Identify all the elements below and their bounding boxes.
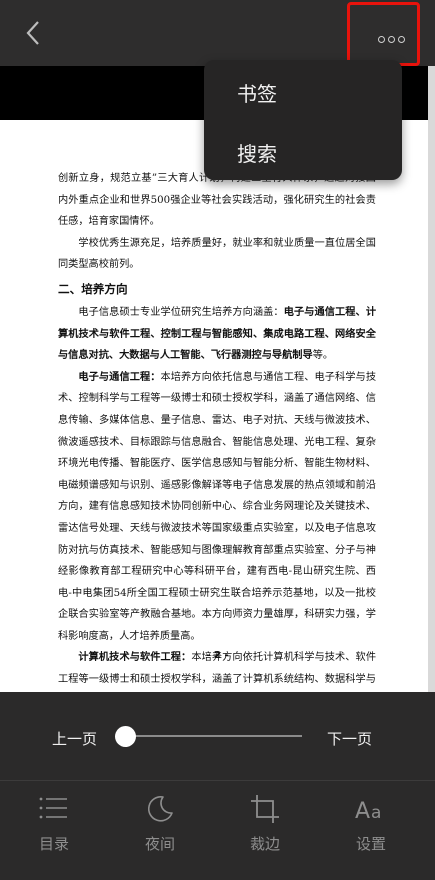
section-heading: 二、培养方向 (58, 281, 128, 296)
tab-label: 设置 (355, 835, 386, 853)
top-bar (0, 0, 435, 66)
document-body: 创新立身，规范立基”三大育人计划，构建三全育人体系，通过对接国内外重点企业和世界… (58, 168, 376, 692)
chevron-left-icon[interactable] (22, 18, 46, 48)
page-slider-thumb[interactable] (115, 726, 136, 747)
crop-icon (249, 793, 281, 825)
tab-crop[interactable]: 裁边 (225, 781, 305, 880)
tab-label: 目录 (38, 835, 69, 853)
svg-text:a: a (371, 803, 381, 823)
page-slider-track[interactable] (124, 735, 302, 737)
font-settings-icon: A a (355, 793, 387, 825)
list-icon (38, 793, 70, 825)
paragraph: 学校优秀生源充足，培养质量好，就业率和就业质量一直位居全国同类型高校前列。 (58, 237, 376, 271)
text-span: 电子信息硕士专业学位研究生培养方向涵盖： (78, 306, 284, 318)
menu-item-bookmark[interactable]: 书签 (237, 78, 277, 107)
page-slider-row: 上一页 下一页 (0, 692, 435, 780)
document-page[interactable]: 创新立身，规范立基”三大育人计划，构建三全育人体系，通过对接国内外重点企业和世界… (0, 120, 435, 692)
next-page-button[interactable]: 下一页 (327, 728, 372, 749)
bold-text: 电子与通信工程： (78, 370, 161, 383)
tab-label: 裁边 (249, 835, 280, 853)
tab-contents[interactable]: 目录 (14, 781, 94, 880)
svg-text:A: A (355, 799, 370, 824)
page-number: - 2 - (206, 650, 229, 661)
more-dots-icon[interactable] (378, 28, 408, 47)
prev-page-button[interactable]: 上一页 (52, 728, 97, 749)
bottom-toolbar: 上一页 下一页 目录 夜间 裁边 A a 设置 (0, 692, 435, 880)
text-span: 等。 (312, 350, 334, 362)
menu-item-search[interactable]: 搜索 (237, 138, 277, 167)
paragraph: 电子与通信工程：本培养方向依托信息与通信工程、电子科学与技术、控制科学与工程等一… (58, 367, 376, 648)
bottom-tabs: 目录 夜间 裁边 A a 设置 (0, 781, 435, 880)
tab-night[interactable]: 夜间 (120, 781, 200, 880)
tab-settings[interactable]: A a 设置 (331, 781, 411, 880)
tab-label: 夜间 (144, 835, 175, 853)
text-span: 本培养方向依托信息与通信工程、电子科学与技术、控制科学与工程等一级博士和硕士授权… (58, 371, 377, 642)
page-edge (428, 66, 435, 692)
more-menu: 书签 搜索 (204, 60, 402, 180)
moon-icon (144, 793, 176, 825)
paragraph: 电子信息硕士专业学位研究生培养方向涵盖：电子与通信工程、计算机技术与软件工程、控… (58, 302, 376, 367)
